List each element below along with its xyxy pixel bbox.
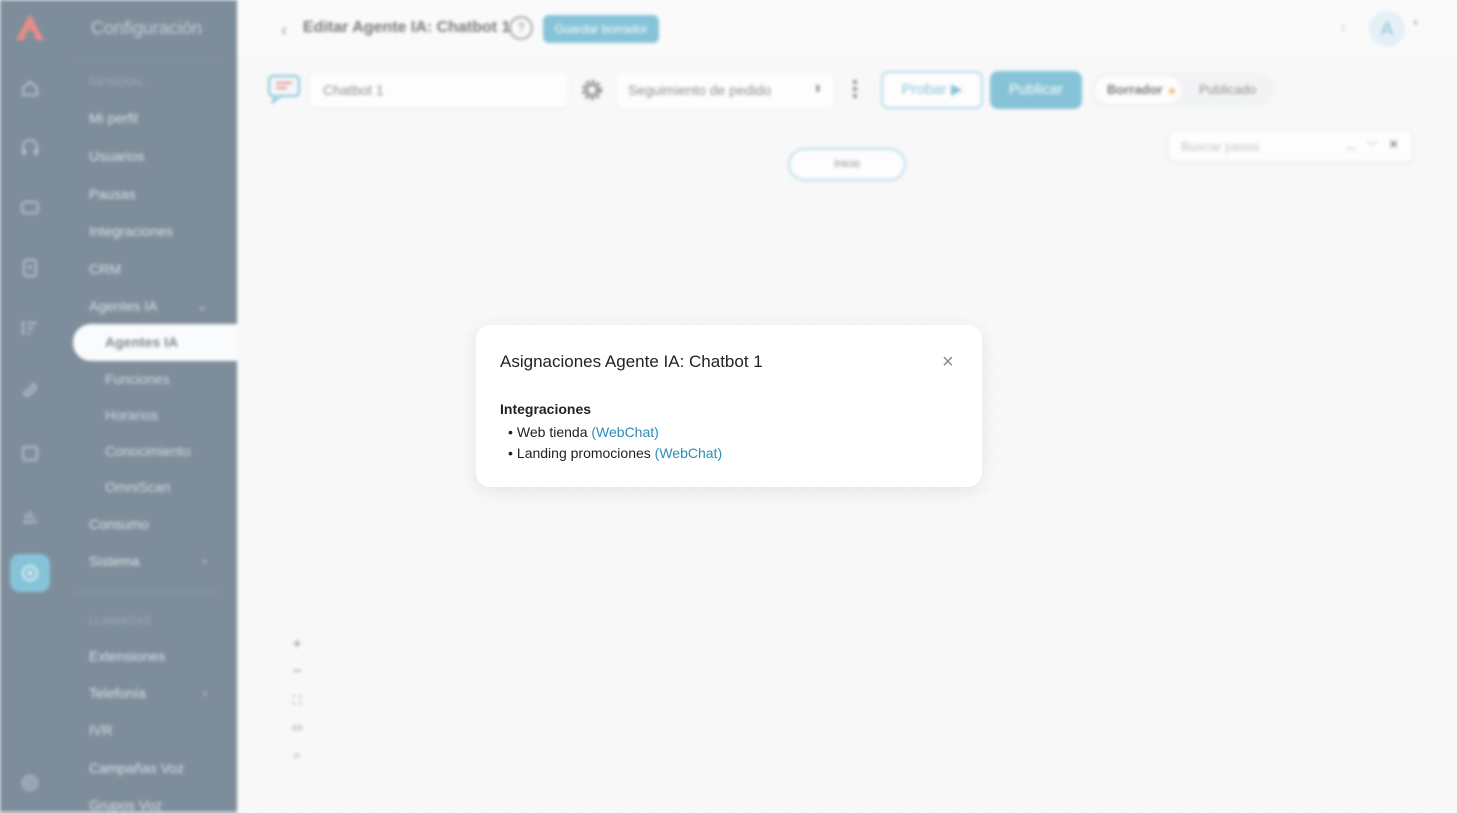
bullet: • bbox=[508, 445, 513, 461]
integration-name: Landing promociones bbox=[516, 445, 651, 461]
bullet: • bbox=[508, 424, 513, 440]
assignments-modal: Asignaciones Agente IA: Chatbot 1 × Inte… bbox=[476, 325, 982, 487]
modal-section-title: Integraciones bbox=[500, 401, 592, 417]
list-item: • Web tienda (WebChat) bbox=[508, 422, 722, 443]
list-item: • Landing promociones (WebChat) bbox=[508, 443, 722, 464]
close-icon[interactable]: × bbox=[942, 352, 954, 372]
integration-name: Web tienda bbox=[516, 424, 588, 440]
integrations-list: • Web tienda (WebChat) • Landing promocion… bbox=[508, 422, 722, 464]
integration-channel-link[interactable]: (WebChat) bbox=[655, 445, 722, 461]
integration-channel-link[interactable]: (WebChat) bbox=[591, 424, 658, 440]
modal-title: Asignaciones Agente IA: Chatbot 1 bbox=[500, 352, 763, 371]
